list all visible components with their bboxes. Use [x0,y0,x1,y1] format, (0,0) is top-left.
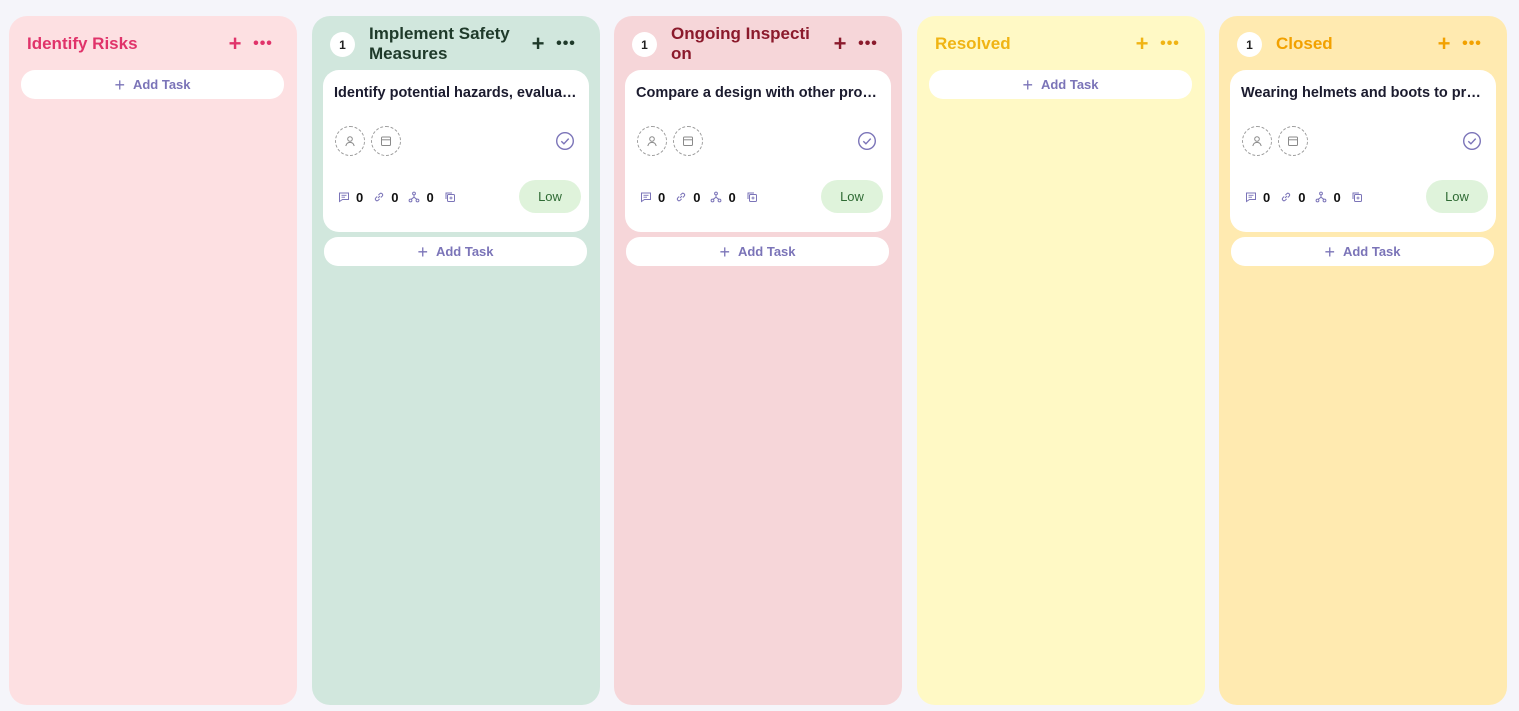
comment-count: 0 [1263,189,1271,205]
add-task-plus-icon[interactable]: + [1433,32,1455,56]
more-options-icon[interactable]: ••• [1159,32,1181,56]
user-icon [647,136,657,147]
subtask-icon [711,191,722,203]
copy-icon [1352,192,1362,202]
plus-icon: + [1324,241,1335,262]
priority-badge[interactable]: Low [1426,180,1488,213]
column-title: Ongoing Inspection [671,24,810,63]
task-title: Identify potential hazards, evaluate ris… [334,85,578,101]
subtask-count: 0 [426,189,434,205]
more-options-icon[interactable]: ••• [857,32,879,56]
link-icon [375,192,384,202]
user-icon [1252,136,1262,147]
comment-icon [1246,192,1256,203]
set-date-button[interactable] [1278,126,1308,156]
add-task-plus-icon[interactable]: + [1131,32,1153,56]
column-title: Resolved [935,34,1011,53]
assign-user-button[interactable] [1242,126,1272,156]
comment-count: 0 [658,189,666,205]
subtask-icon [1316,191,1327,203]
column-header: 1 Ongoing Inspection + ••• [614,16,902,72]
add-task-plus-icon[interactable]: + [829,32,851,56]
task-meta: 0 0 0 [1245,189,1363,205]
column-title: Closed [1276,34,1333,53]
plus-icon: + [114,74,125,95]
kanban-board: Identify Risks + ••• + Add Task 1 Implem… [0,0,1519,711]
add-task-button[interactable]: + Add Task [324,237,587,266]
task-meta: 0 0 0 [338,189,456,205]
column-resolved: Resolved + ••• + Add Task [917,16,1205,705]
task-title: Wearing helmets and boots to prevent inj… [1241,85,1485,101]
calendar-icon [381,136,391,146]
more-options-icon[interactable]: ••• [1461,32,1483,56]
calendar-icon [1288,136,1298,146]
assign-user-button[interactable] [637,126,667,156]
task-count-badge: 1 [330,32,355,57]
set-date-button[interactable] [371,126,401,156]
task-card[interactable]: Identify potential hazards, evaluate ris… [323,70,589,232]
add-task-label: Add Task [435,244,494,259]
subtask-count: 0 [1333,189,1341,205]
add-task-label: Add Task [1342,244,1401,259]
copy-icon [445,192,455,202]
task-card[interactable]: Wearing helmets and boots to prevent inj… [1230,70,1496,232]
priority-badge[interactable]: Low [821,180,883,213]
task-count-badge: 1 [632,32,657,57]
add-task-plus-icon[interactable]: + [527,32,549,56]
link-icon [677,192,686,202]
link-icon [1282,192,1291,202]
comment-icon [641,192,651,203]
copy-icon [747,192,757,202]
priority-badge[interactable]: Low [519,180,581,213]
plus-icon: + [417,241,428,262]
column-title: Implement Safety Measures [369,24,510,63]
add-task-label: Add Task [1040,77,1099,92]
link-count: 0 [391,189,399,205]
assign-user-button[interactable] [335,126,365,156]
add-task-button[interactable]: + Add Task [21,70,284,99]
more-options-icon[interactable]: ••• [252,32,274,56]
comment-count: 0 [356,189,364,205]
check-circle-icon[interactable] [857,131,877,151]
comment-icon [339,192,349,203]
link-count: 0 [1298,189,1306,205]
column-title: Identify Risks [27,34,138,53]
check-circle-icon[interactable] [555,131,575,151]
more-options-icon[interactable]: ••• [555,32,577,56]
subtask-icon [409,191,420,203]
check-circle-icon[interactable] [1462,131,1482,151]
column-header: 1 Implement Safety Measures + ••• [312,16,600,72]
add-task-label: Add Task [132,77,191,92]
task-count-badge: 1 [1237,32,1262,57]
task-title: Compare a design with other products [636,85,880,101]
plus-icon: + [719,241,730,262]
column-header: Resolved + ••• [917,16,1205,72]
add-task-button[interactable]: + Add Task [929,70,1192,99]
column-implement-safety-measures: 1 Implement Safety Measures + ••• Identi… [312,16,600,705]
task-card[interactable]: Compare a design with other products 0 0… [625,70,891,232]
link-count: 0 [693,189,701,205]
column-header: 1 Closed + ••• [1219,16,1507,72]
add-task-label: Add Task [737,244,796,259]
column-header: Identify Risks + ••• [9,16,297,72]
column-closed: 1 Closed + ••• Wearing helmets and boots… [1219,16,1507,705]
calendar-icon [683,136,693,146]
column-identify-risks: Identify Risks + ••• + Add Task [9,16,297,705]
add-task-button[interactable]: + Add Task [626,237,889,266]
plus-icon: + [1022,74,1033,95]
column-ongoing-inspection: 1 Ongoing Inspection + ••• Compare a des… [614,16,902,705]
task-meta: 0 0 0 [640,189,758,205]
add-task-button[interactable]: + Add Task [1231,237,1494,266]
subtask-count: 0 [728,189,736,205]
set-date-button[interactable] [673,126,703,156]
user-icon [345,136,355,147]
add-task-plus-icon[interactable]: + [224,32,246,56]
